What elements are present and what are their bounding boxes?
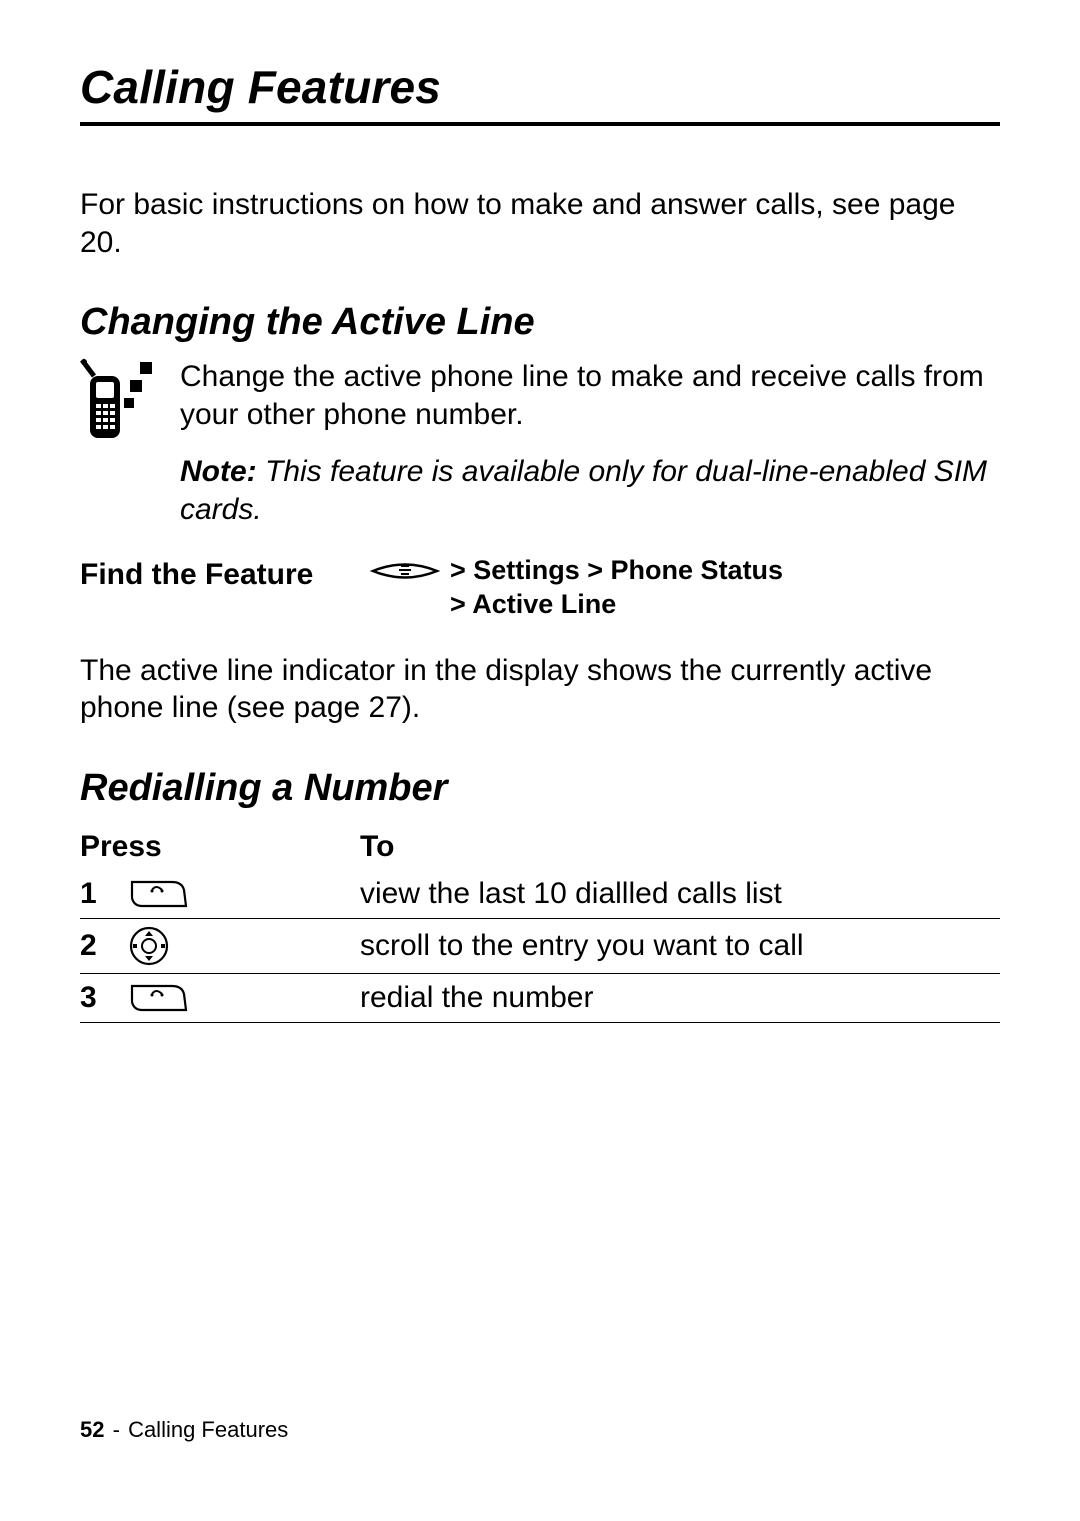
step-to: view the last 10 diallled calls list: [360, 877, 1000, 911]
step-number: 2: [80, 929, 128, 963]
header-press: Press: [80, 830, 360, 864]
phone-signal-icon: [80, 358, 158, 447]
nav-key-icon: [128, 925, 360, 967]
redial-table: Press To 1 view the last 10 diallled cal…: [80, 824, 1000, 1023]
step-to: redial the number: [360, 981, 1000, 1015]
section1-content: Change the active phone line to make and…: [80, 358, 1000, 447]
intro-paragraph: For basic instructions on how to make an…: [80, 186, 1000, 261]
page-number: 52: [80, 1417, 104, 1442]
section1-note: Note: This feature is available only for…: [180, 453, 1000, 528]
send-key-icon: [128, 980, 360, 1016]
find-the-feature-row: Find the Feature > Settings > Phone Stat…: [80, 554, 1000, 622]
chapter-rule: [80, 122, 1000, 126]
footer-separator: -: [113, 1417, 120, 1442]
section1-after-paragraph: The active line indicator in the display…: [80, 652, 1000, 727]
step-number: 3: [80, 981, 128, 1015]
section1-paragraph: Change the active phone line to make and…: [180, 358, 1000, 433]
table-row: 1 view the last 10 diallled calls list: [80, 870, 1000, 919]
footer-section: Calling Features: [128, 1417, 288, 1442]
menu-key-icon: [360, 554, 450, 586]
send-key-icon: [128, 876, 360, 912]
step-number: 1: [80, 877, 128, 911]
find-feature-path: > Settings > Phone Status > Active Line: [450, 554, 783, 622]
step-to: scroll to the entry you want to call: [360, 929, 1000, 963]
section-title-1: Changing the Active Line: [80, 301, 1000, 344]
table-header: Press To: [80, 824, 1000, 870]
table-row: 3 redial the number: [80, 974, 1000, 1023]
find-feature-label: Find the Feature: [80, 554, 360, 592]
table-row: 2 scroll to the entry you want to call: [80, 919, 1000, 974]
find-feature-path-line1: > Settings > Phone Status: [450, 554, 783, 588]
chapter-title: Calling Features: [80, 60, 1000, 114]
note-label: Note:: [180, 455, 257, 488]
section-title-2: Redialling a Number: [80, 767, 1000, 810]
page-footer: 52 - Calling Features: [80, 1417, 288, 1443]
header-to: To: [360, 830, 1000, 864]
note-text: This feature is available only for dual-…: [180, 455, 987, 526]
document-page: Calling Features For basic instructions …: [0, 0, 1080, 1521]
find-feature-path-line2: > Active Line: [450, 588, 783, 622]
